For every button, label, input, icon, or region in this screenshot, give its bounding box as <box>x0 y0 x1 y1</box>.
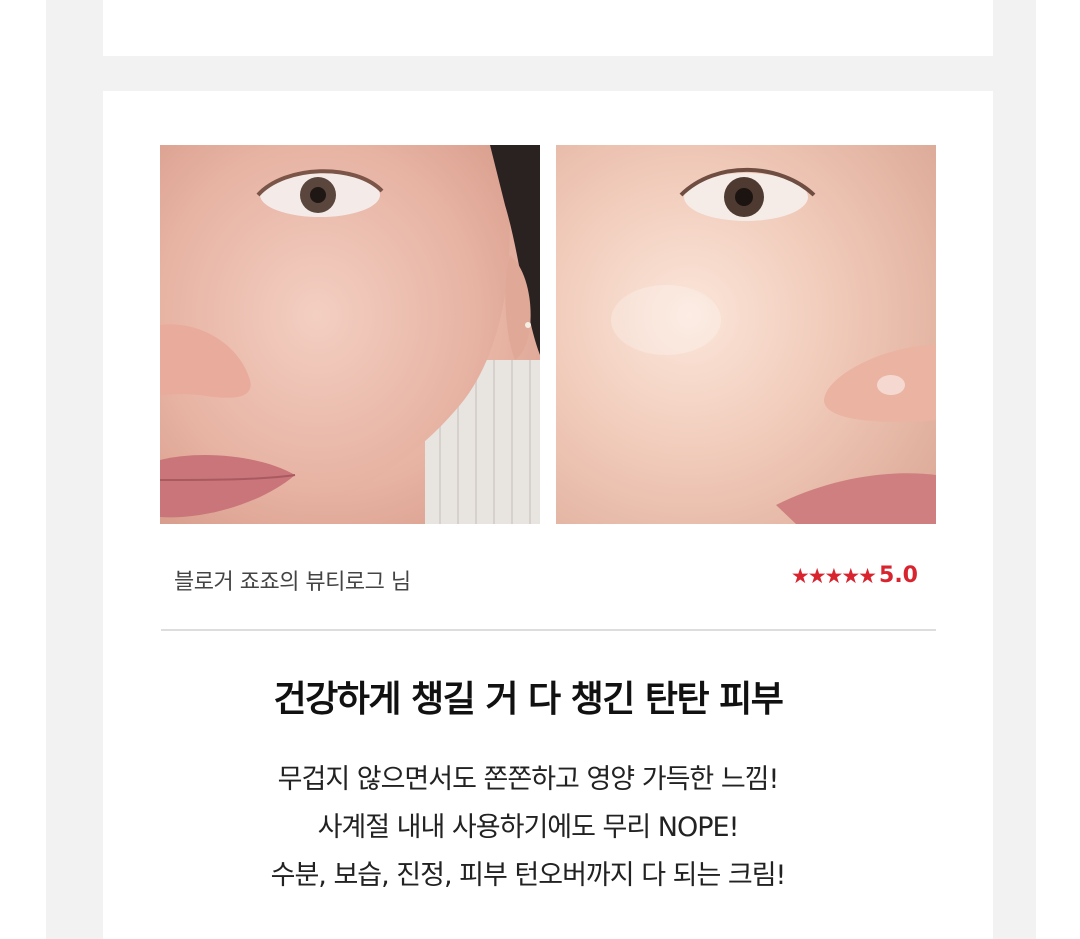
divider <box>161 629 936 631</box>
review-body-line: 수분, 보습, 진정, 피부 턴오버까지 다 되는 크림! <box>270 860 787 891</box>
review-body-line: 무겁지 않으면서도 쫀쫀하고 영양 가득한 느낌! <box>277 764 780 795</box>
review-headline: 건강하게 챙길 거 다 챙긴 탄탄 피부 <box>273 679 784 720</box>
previous-review-card <box>103 0 993 56</box>
review-photo-left[interactable] <box>160 145 540 524</box>
reviewer-name: 블로거 죠죠의 뷰티로그 님 <box>174 570 411 595</box>
rating-value: 5.0 <box>879 563 918 588</box>
review-body-line: 사계절 내내 사용하기에도 무리 NOPE! <box>317 812 740 843</box>
rating: ★★★★★ 5.0 <box>791 563 918 588</box>
review-photo-right[interactable] <box>556 145 936 524</box>
rating-stars-icon: ★★★★★ <box>790 563 877 588</box>
